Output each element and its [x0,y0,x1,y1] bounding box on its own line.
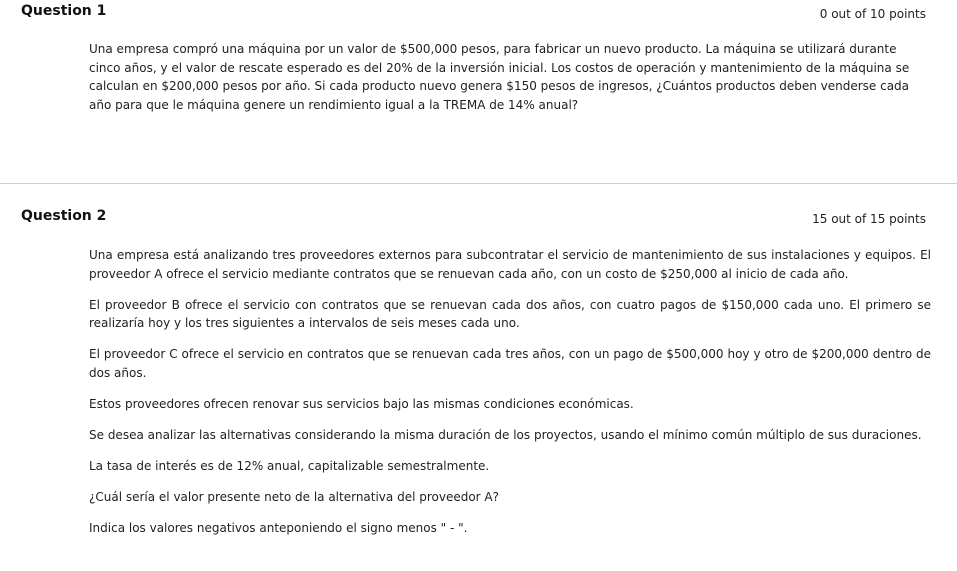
question-paragraph: Una empresa está analizando tres proveed… [89,248,931,281]
question-paragraph: Estos proveedores ofrecen renovar sus se… [89,396,634,411]
question-text: Una empresa está analizando tres proveed… [89,246,931,550]
question-score: 15 out of 15 points [812,212,926,226]
question-divider [0,183,957,184]
question-paragraph: Una empresa compró una máquina por un va… [89,42,910,112]
question-paragraph: La tasa de interés es de 12% anual, capi… [89,458,490,473]
question-title: Question 1 [21,3,107,19]
question-2: Question 2 15 out of 15 points Una empre… [0,185,957,571]
question-paragraph: El proveedor C ofrece el servicio en con… [89,347,931,380]
question-title: Question 2 [21,208,107,224]
question-score: 0 out of 10 points [819,7,926,21]
question-paragraph: Se desea analizar las alternativas consi… [89,427,922,442]
question-text: Una empresa compró una máquina por un va… [89,40,919,127]
question-1: Question 1 0 out of 10 points Una empres… [0,0,957,184]
question-paragraph: El proveedor B ofrece el servicio con co… [89,297,931,331]
question-paragraph: Indica los valores negativos anteponiend… [89,520,468,535]
question-paragraph: ¿Cuál sería el valor presente neto de la… [89,489,500,504]
